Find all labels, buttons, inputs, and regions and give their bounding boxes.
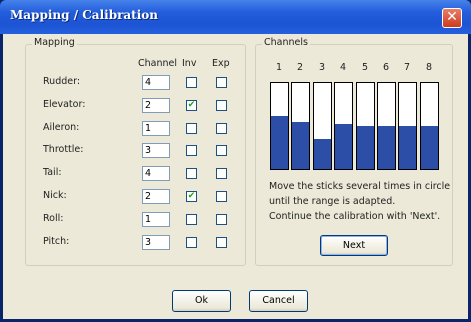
inv-checkbox-rudder[interactable] — [186, 77, 197, 88]
inv-checkbox-aileron[interactable] — [186, 123, 197, 134]
channel-input-aileron[interactable]: 1 — [142, 121, 170, 136]
channel-level-bar-6 — [377, 82, 396, 170]
inv-checkbox-pitch[interactable] — [186, 237, 197, 248]
axis-label-aileron: Aileron: — [43, 122, 80, 133]
exp-checkbox-rudder[interactable] — [216, 77, 227, 88]
inv-checkbox-throttle[interactable] — [186, 145, 197, 156]
channel-input-pitch[interactable]: 3 — [142, 235, 170, 250]
axis-label-rudder: Rudder: — [43, 76, 81, 87]
axis-label-throttle: Throttle: — [43, 144, 84, 155]
channel-level-bar-1 — [270, 82, 289, 170]
exp-checkbox-tail[interactable] — [216, 168, 227, 179]
title-bar[interactable]: Mapping / Calibration ✕ — [0, 0, 471, 34]
channel-input-tail[interactable]: 4 — [142, 166, 170, 181]
exp-column-header: Exp — [212, 58, 230, 69]
channels-group-label: Channels — [262, 37, 310, 48]
channel-level-fill-7 — [399, 126, 416, 169]
channel-level-fill-2 — [292, 121, 309, 169]
channel-level-fill-1 — [271, 115, 288, 169]
window-title: Mapping / Calibration — [10, 8, 159, 22]
channel-level-bar-8 — [420, 82, 439, 170]
axis-label-tail: Tail: — [43, 167, 62, 178]
channel-input-rudder[interactable]: 4 — [142, 75, 170, 90]
channel-number-2: 2 — [297, 62, 304, 73]
channel-level-fill-6 — [378, 126, 395, 169]
instruction-line-1: Move the sticks several times in circle — [269, 181, 451, 192]
calibration-dialog: Mapping / Calibration ✕ Mapping Channel … — [0, 0, 471, 322]
channel-level-fill-5 — [357, 126, 374, 169]
channel-number-7: 7 — [404, 62, 411, 73]
channel-level-bar-3 — [313, 82, 332, 170]
exp-checkbox-nick[interactable] — [216, 191, 227, 202]
axis-label-nick: Nick: — [43, 190, 67, 201]
mapping-group-label: Mapping — [32, 37, 77, 48]
exp-checkbox-throttle[interactable] — [216, 145, 227, 156]
next-button[interactable]: Next — [320, 235, 388, 256]
channel-number-5: 5 — [362, 62, 369, 73]
exp-checkbox-aileron[interactable] — [216, 123, 227, 134]
ok-button[interactable]: Ok — [172, 290, 231, 312]
inv-column-header: Inv — [182, 58, 197, 69]
channel-level-fill-8 — [421, 126, 438, 169]
channel-level-bar-2 — [291, 82, 310, 170]
channel-input-elevator[interactable]: 2 — [142, 98, 170, 113]
channel-level-fill-3 — [314, 138, 331, 169]
channel-number-8: 8 — [426, 62, 433, 73]
channel-level-bar-4 — [334, 82, 353, 170]
inv-checkbox-elevator[interactable]: ✔ — [186, 100, 197, 111]
channel-level-bar-5 — [356, 82, 375, 170]
channel-column-header: Channel — [138, 58, 178, 69]
channel-number-1: 1 — [276, 62, 283, 73]
channel-number-3: 3 — [319, 62, 326, 73]
exp-checkbox-elevator[interactable] — [216, 100, 227, 111]
cancel-button[interactable]: Cancel — [249, 290, 308, 312]
exp-checkbox-pitch[interactable] — [216, 237, 227, 248]
inv-checkbox-roll[interactable] — [186, 214, 197, 225]
channel-number-4: 4 — [340, 62, 347, 73]
axis-label-roll: Roll: — [43, 213, 64, 224]
instruction-line-3: Continue the calibration with 'Next'. — [269, 211, 441, 222]
channel-input-nick[interactable]: 2 — [142, 189, 170, 204]
exp-checkbox-roll[interactable] — [216, 214, 227, 225]
channel-input-roll[interactable]: 1 — [142, 212, 170, 227]
axis-label-pitch: Pitch: — [43, 236, 70, 247]
dialog-body: Mapping Channel Inv Exp Rudder: 4 Elevator… — [3, 34, 468, 319]
axis-label-elevator: Elevator: — [43, 99, 86, 110]
instruction-line-2: until the range is adapted. — [269, 196, 396, 207]
channel-input-throttle[interactable]: 3 — [142, 143, 170, 158]
channel-level-fill-4 — [335, 124, 352, 169]
close-icon[interactable]: ✕ — [442, 8, 462, 28]
inv-checkbox-tail[interactable] — [186, 168, 197, 179]
channel-level-bar-7 — [398, 82, 417, 170]
inv-checkbox-nick[interactable]: ✔ — [186, 191, 197, 202]
channel-number-6: 6 — [383, 62, 390, 73]
